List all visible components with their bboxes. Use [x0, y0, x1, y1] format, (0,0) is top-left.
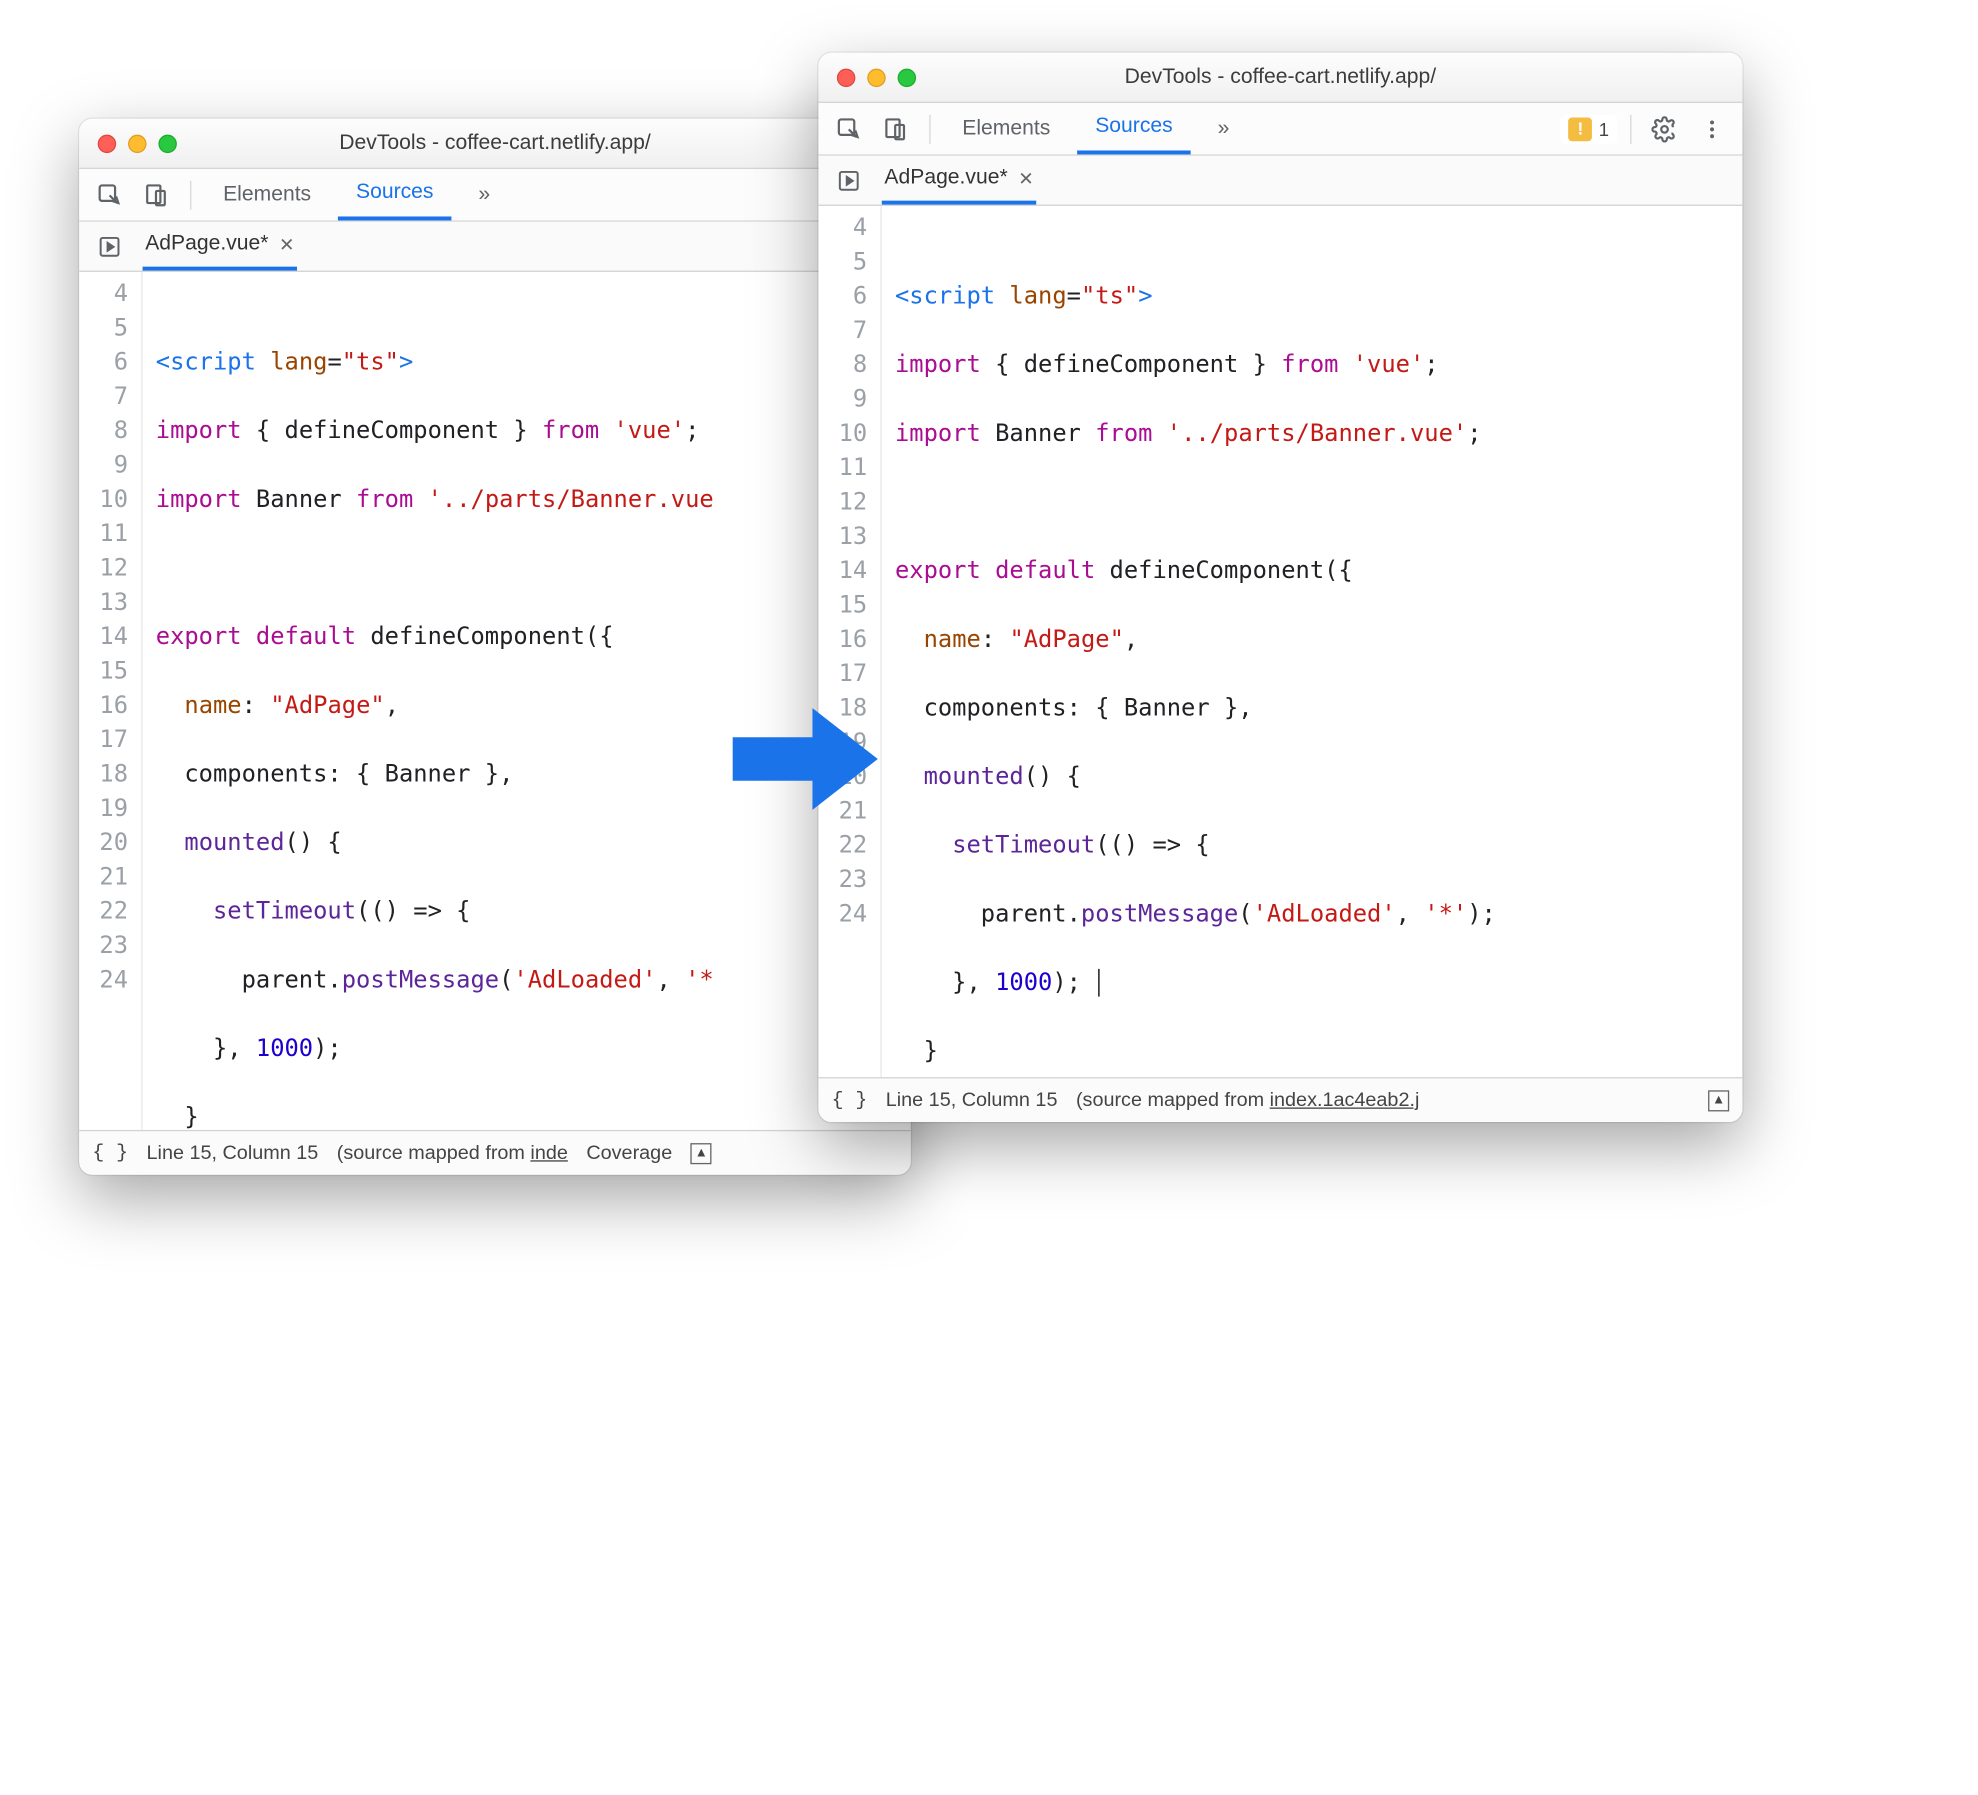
line-number-gutter: 456789101112131415161718192021222324	[79, 272, 142, 1130]
drawer-toggle-icon[interactable]: ▲	[691, 1142, 712, 1163]
titlebar: DevTools - coffee-cart.netlify.app/	[818, 53, 1742, 103]
warning-icon: !	[1568, 117, 1592, 141]
cursor-position: Line 15, Column 15	[886, 1089, 1058, 1111]
window-title: DevTools - coffee-cart.netlify.app/	[818, 65, 1742, 89]
cursor-position: Line 15, Column 15	[147, 1142, 319, 1164]
close-tab-icon[interactable]: ✕	[1018, 167, 1033, 189]
drawer-toggle-icon[interactable]: ▲	[1708, 1090, 1729, 1111]
sourcemap-info: (source mapped from index.1ac4eab2.j	[1076, 1089, 1419, 1111]
tab-more[interactable]: »	[460, 169, 509, 220]
kebab-menu-icon[interactable]	[1692, 109, 1732, 149]
devtools-window-after: DevTools - coffee-cart.netlify.app/ Elem…	[818, 53, 1742, 1122]
navigator-toggle-icon[interactable]	[90, 226, 130, 266]
inspect-element-icon[interactable]	[90, 175, 130, 215]
file-tab-adpage[interactable]: AdPage.vue* ✕	[143, 222, 298, 271]
file-tab-label: AdPage.vue*	[145, 232, 268, 256]
devtools-tabstrip: Elements Sources »	[79, 169, 911, 222]
titlebar: DevTools - coffee-cart.netlify.app/	[79, 119, 911, 169]
tab-sources[interactable]: Sources	[338, 169, 452, 220]
window-title: DevTools - coffee-cart.netlify.app/	[79, 131, 911, 155]
device-toolbar-icon[interactable]	[876, 109, 916, 149]
code-area[interactable]: <script lang="ts"> import { defineCompon…	[882, 206, 1743, 1077]
tab-sources[interactable]: Sources	[1077, 103, 1191, 154]
arrow-icon	[733, 700, 878, 819]
close-tab-icon[interactable]: ✕	[279, 233, 294, 255]
devtools-tabstrip: Elements Sources » ! 1	[818, 103, 1742, 156]
file-tab-row: AdPage.vue* ✕	[818, 156, 1742, 206]
issues-badge[interactable]: ! 1	[1561, 114, 1617, 143]
braces-icon[interactable]: { }	[832, 1089, 868, 1111]
sourcemap-link[interactable]: inde	[530, 1142, 567, 1164]
file-tab-label: AdPage.vue*	[884, 166, 1007, 190]
separator	[929, 114, 930, 143]
tab-more[interactable]: »	[1199, 103, 1248, 154]
separator	[190, 180, 191, 209]
status-bar: { } Line 15, Column 15 (source mapped fr…	[79, 1130, 911, 1175]
file-tab-adpage[interactable]: AdPage.vue* ✕	[882, 156, 1037, 205]
sourcemap-info: (source mapped from inde	[337, 1142, 568, 1164]
settings-gear-icon[interactable]	[1645, 109, 1685, 149]
tab-elements[interactable]: Elements	[205, 169, 330, 220]
sourcemap-link[interactable]: index.1ac4eab2.j	[1270, 1089, 1420, 1111]
source-editor[interactable]: 456789101112131415161718192021222324 <sc…	[818, 206, 1742, 1077]
device-toolbar-icon[interactable]	[137, 175, 177, 215]
separator	[1630, 114, 1631, 143]
file-tab-row: AdPage.vue* ✕	[79, 222, 911, 272]
text-cursor	[1098, 969, 1099, 997]
status-bar: { } Line 15, Column 15 (source mapped fr…	[818, 1077, 1742, 1122]
inspect-element-icon[interactable]	[829, 109, 869, 149]
tab-elements[interactable]: Elements	[944, 103, 1069, 154]
devtools-window-before: DevTools - coffee-cart.netlify.app/ Elem…	[79, 119, 911, 1175]
line-number-gutter: 456789101112131415161718192021222324	[818, 206, 881, 1077]
issues-count: 1	[1599, 118, 1609, 139]
navigator-toggle-icon[interactable]	[829, 160, 869, 200]
braces-icon[interactable]: { }	[92, 1142, 128, 1164]
coverage-label[interactable]: Coverage	[586, 1142, 672, 1164]
